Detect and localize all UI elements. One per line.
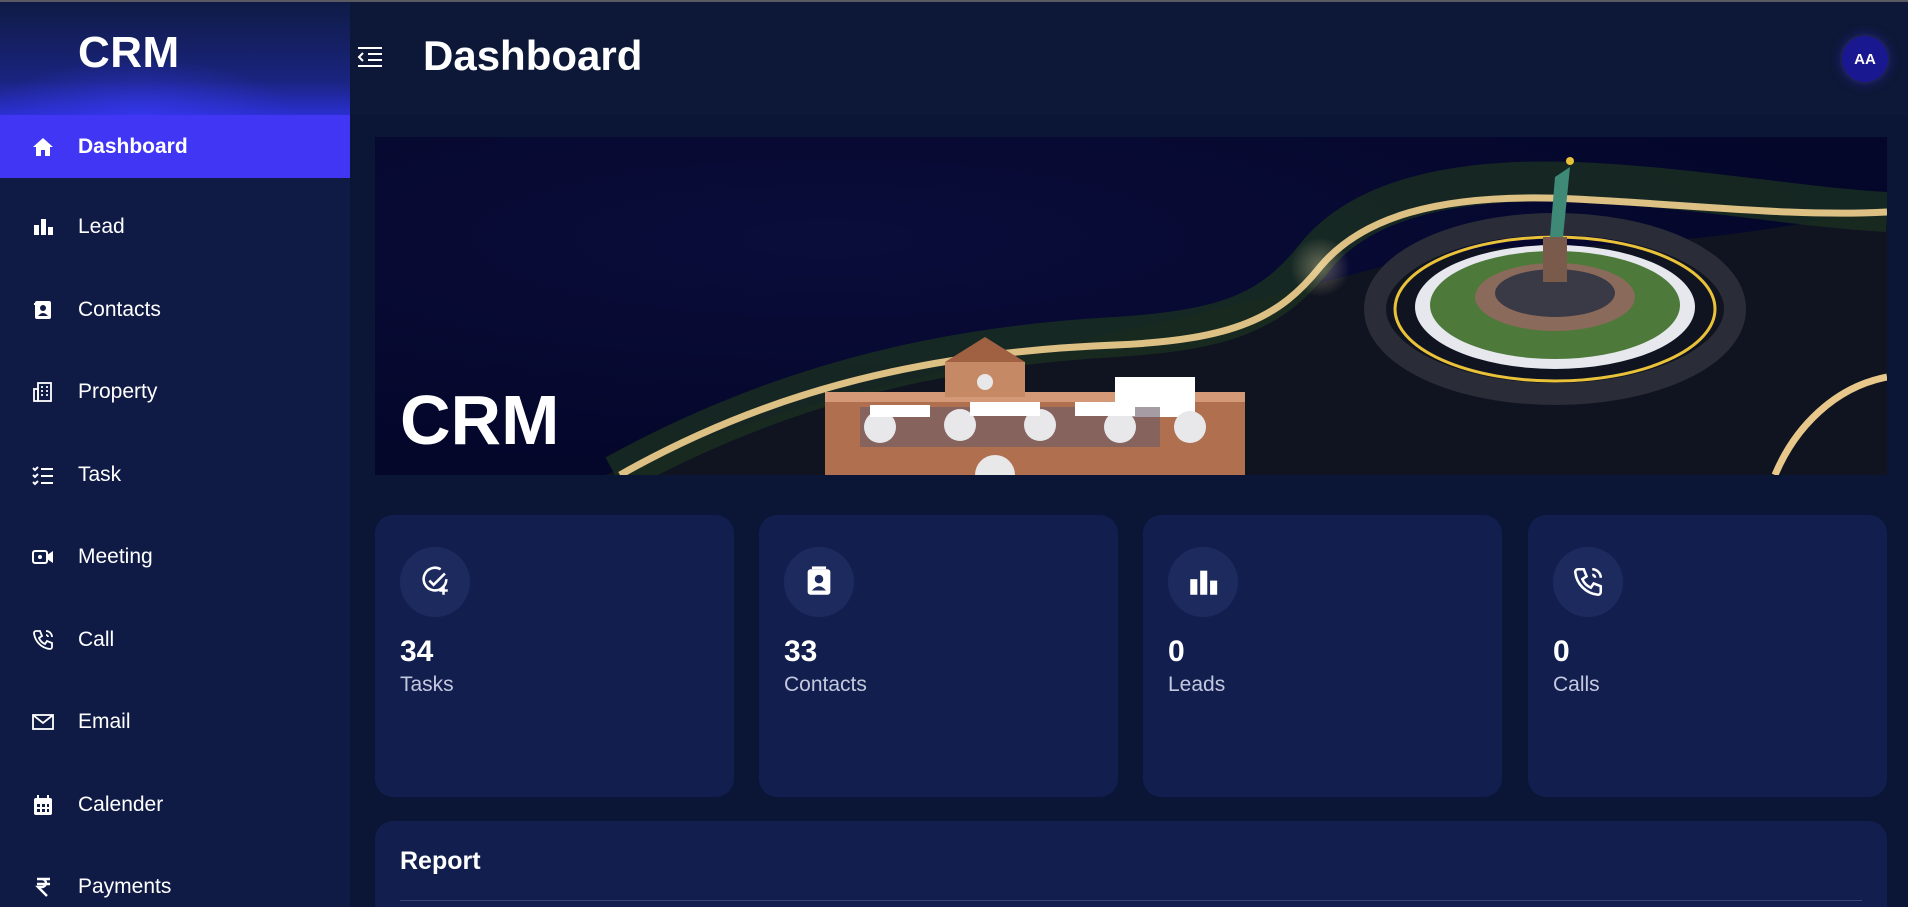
video-camera-icon xyxy=(30,544,56,570)
stat-label: Leads xyxy=(1168,673,1226,696)
stat-value: 33 xyxy=(784,635,818,668)
stat-label: Tasks xyxy=(400,673,454,696)
sidebar-item-label: Contacts xyxy=(78,297,161,321)
stat-card-contacts[interactable]: 33 Contacts xyxy=(759,515,1118,797)
stat-value: 34 xyxy=(400,635,434,668)
sidebar-item-contacts[interactable]: Contacts xyxy=(0,269,350,352)
sidebar-item-label: Meeting xyxy=(78,545,153,569)
home-icon xyxy=(30,134,56,160)
brand-area: CRM xyxy=(0,2,350,115)
sidebar-item-label: Dashboard xyxy=(78,134,188,158)
user-avatar[interactable]: AA xyxy=(1840,34,1890,84)
rupee-icon xyxy=(30,874,56,900)
report-panel: Report xyxy=(375,821,1887,907)
bar-chart-icon xyxy=(30,214,56,240)
contact-book-icon xyxy=(30,297,56,323)
hero-banner: CRM xyxy=(375,137,1887,475)
sidebar-nav: Dashboard Lead Contacts Property Task Me… xyxy=(0,115,350,907)
stat-card-tasks[interactable]: 34 Tasks xyxy=(375,515,734,797)
top-header: Dashboard AA xyxy=(350,2,1908,115)
brand-logo-text[interactable]: CRM xyxy=(78,28,180,78)
stats-cards: 34 Tasks 33 Contacts 0 Leads 0 Calls xyxy=(375,515,1887,797)
phone-icon xyxy=(1553,547,1623,617)
sidebar-item-lead[interactable]: Lead xyxy=(0,186,350,269)
sidebar-item-task[interactable]: Task xyxy=(0,434,350,517)
sidebar-item-email[interactable]: Email xyxy=(0,681,350,764)
sidebar-item-label: Property xyxy=(78,380,158,404)
sidebar-item-property[interactable]: Property xyxy=(0,351,350,434)
sidebar-item-payments[interactable]: Payments xyxy=(0,846,350,907)
calendar-icon xyxy=(30,792,56,818)
stat-card-calls[interactable]: 0 Calls xyxy=(1528,515,1887,797)
phone-icon xyxy=(30,627,56,653)
contact-book-icon xyxy=(784,547,854,617)
task-check-icon xyxy=(400,547,470,617)
sidebar-item-label: Task xyxy=(78,462,122,486)
stat-value: 0 xyxy=(1168,635,1185,668)
report-divider xyxy=(400,900,1862,901)
sidebar-item-dashboard[interactable]: Dashboard xyxy=(0,115,350,178)
stat-value: 0 xyxy=(1553,635,1570,668)
sidebar: CRM Dashboard Lead Contacts Property Tas… xyxy=(0,2,350,907)
sidebar-item-label: Calender xyxy=(78,792,164,816)
stat-card-leads[interactable]: 0 Leads xyxy=(1143,515,1502,797)
page-title: Dashboard xyxy=(423,32,643,79)
sidebar-item-calender[interactable]: Calender xyxy=(0,764,350,847)
sidebar-item-label: Payments xyxy=(78,875,172,899)
sidebar-item-meeting[interactable]: Meeting xyxy=(0,516,350,599)
sidebar-item-label: Lead xyxy=(78,215,125,239)
stat-label: Calls xyxy=(1553,673,1600,696)
building-icon xyxy=(30,379,56,405)
hero-illustration xyxy=(605,157,1887,475)
envelope-icon xyxy=(30,709,56,735)
collapse-menu-icon[interactable] xyxy=(354,42,386,70)
sidebar-item-label: Call xyxy=(78,627,115,651)
checklist-icon xyxy=(30,462,56,488)
hero-title: CRM xyxy=(400,381,560,459)
sidebar-item-call[interactable]: Call xyxy=(0,599,350,682)
bar-chart-icon xyxy=(1168,547,1238,617)
stat-label: Contacts xyxy=(784,673,867,696)
sidebar-item-label: Email xyxy=(78,710,131,734)
report-title: Report xyxy=(400,847,481,875)
main-content: CRM 34 Tasks 33 Contacts 0 Leads 0 Calls… xyxy=(350,115,1908,907)
